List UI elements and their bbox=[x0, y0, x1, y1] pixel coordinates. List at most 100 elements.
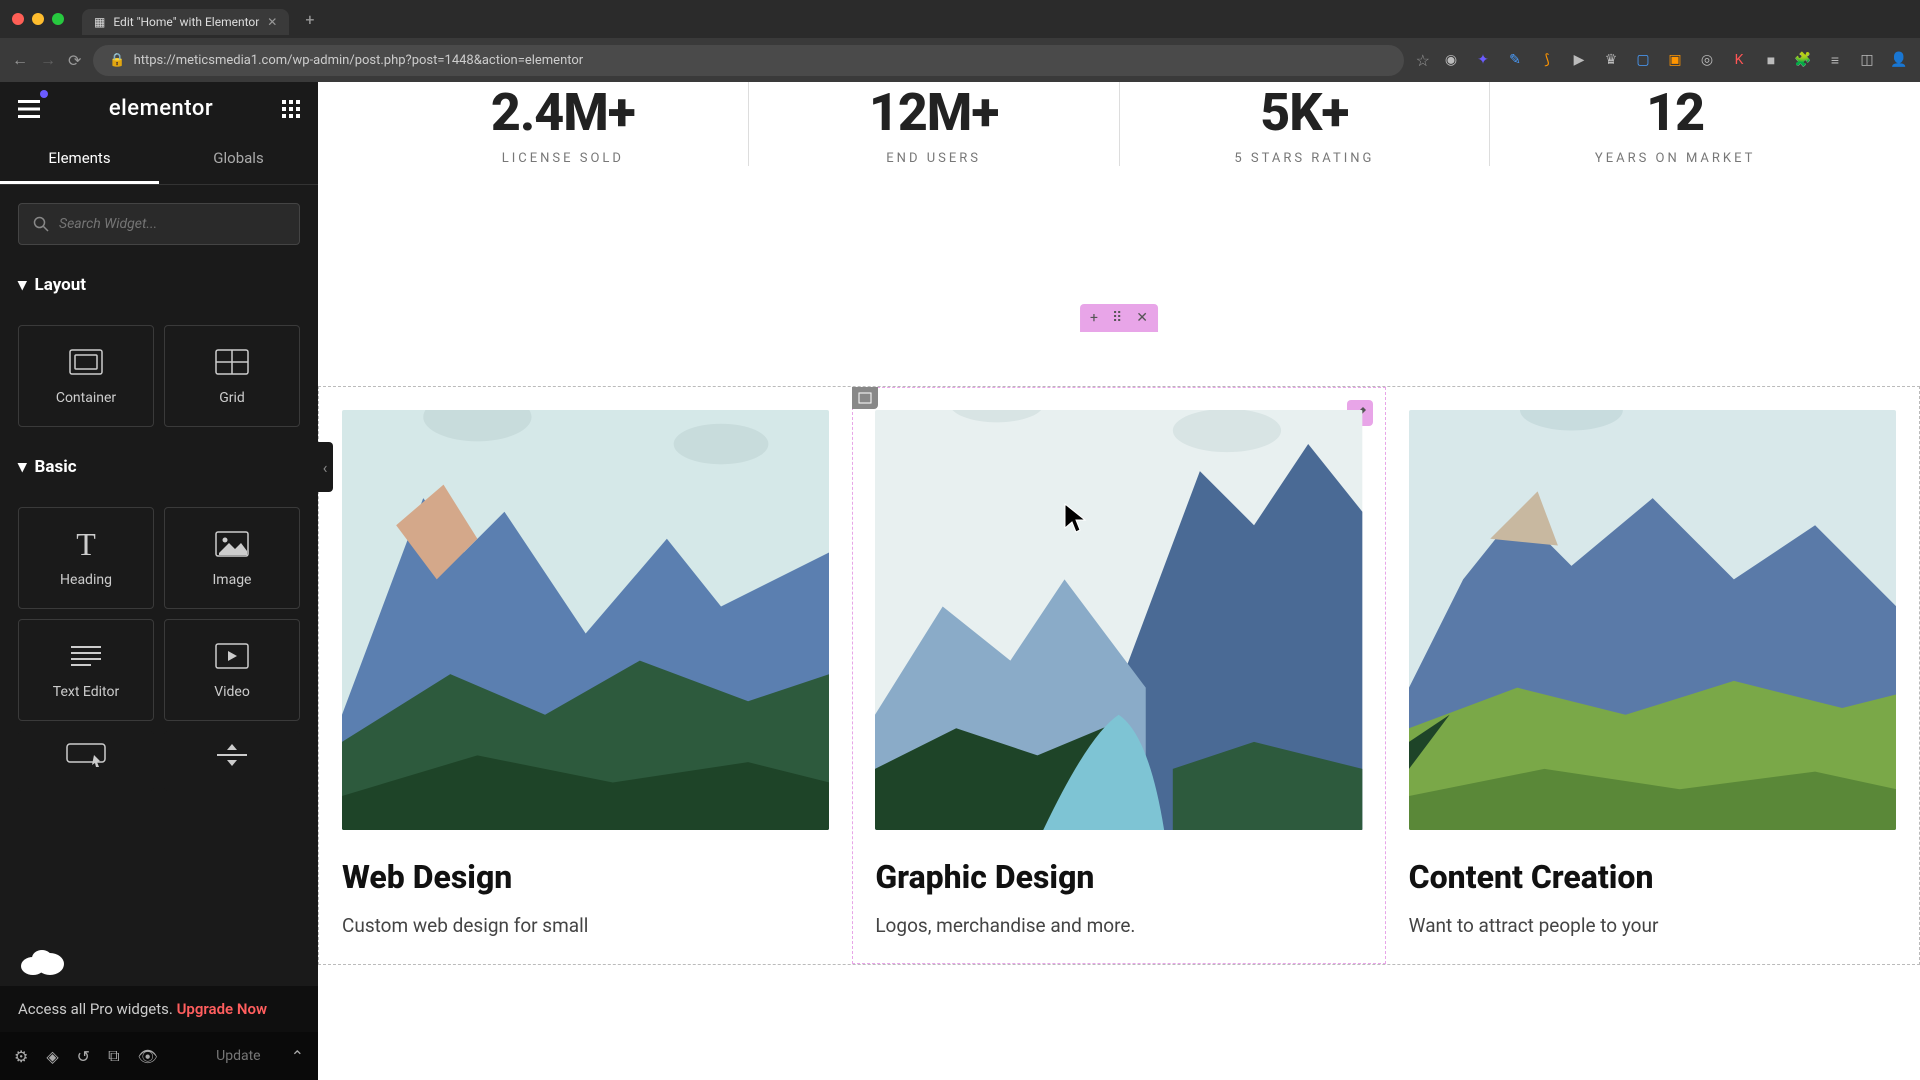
category-basic-header[interactable]: ▾ Basic bbox=[18, 457, 300, 477]
card-title: Content Creation bbox=[1409, 858, 1896, 896]
widget-image[interactable]: Image bbox=[164, 507, 300, 609]
address-bar[interactable]: 🔒 https://meticsmedia1.com/wp-admin/post… bbox=[93, 45, 1403, 76]
responsive-icon[interactable]: ⧉ bbox=[108, 1046, 119, 1066]
cards-section[interactable]: Web Design Custom web design for small bbox=[318, 386, 1920, 965]
widget-text-editor[interactable]: Text Editor bbox=[18, 619, 154, 721]
chevron-left-icon: ‹ bbox=[323, 458, 328, 477]
ext-icon-8[interactable]: ▣ bbox=[1666, 51, 1684, 69]
category-layout-header[interactable]: ▾ Layout bbox=[18, 275, 300, 295]
history-icon[interactable]: ↺ bbox=[77, 1047, 90, 1066]
stat-label: LICENSE SOLD bbox=[398, 151, 728, 166]
url-text: https://meticsmedia1.com/wp-admin/post.p… bbox=[134, 53, 584, 68]
search-input[interactable] bbox=[59, 216, 285, 232]
tab-close-icon[interactable]: ✕ bbox=[267, 15, 277, 29]
reload-button[interactable]: ⟳ bbox=[68, 51, 81, 70]
panel-bottom-bar: ⚙ ◈ ↺ ⧉ 👁 Update ⌃ bbox=[0, 1032, 318, 1080]
stat-label: END USERS bbox=[769, 151, 1099, 166]
upgrade-link[interactable]: Upgrade Now bbox=[177, 1000, 267, 1018]
stat-item[interactable]: 12M+ END USERS bbox=[749, 82, 1120, 166]
stat-value: 12 bbox=[1510, 82, 1840, 143]
widget-grid[interactable]: Grid bbox=[164, 325, 300, 427]
card-image[interactable] bbox=[1409, 410, 1896, 830]
card-desc: Custom web design for small bbox=[342, 912, 829, 941]
navigator-icon[interactable]: ◈ bbox=[46, 1047, 58, 1066]
widget-search[interactable] bbox=[18, 203, 300, 245]
text-editor-icon bbox=[71, 640, 101, 672]
promo-text: Access all Pro widgets. bbox=[18, 1000, 177, 1018]
card-image[interactable] bbox=[875, 410, 1362, 830]
tab-favicon: ▦ bbox=[94, 15, 105, 29]
add-section-icon[interactable]: + bbox=[1090, 310, 1098, 326]
profile-avatar-icon[interactable]: 👤 bbox=[1890, 51, 1908, 69]
widget-video[interactable]: Video bbox=[164, 619, 300, 721]
tab-elements[interactable]: Elements bbox=[0, 135, 159, 184]
expand-icon[interactable]: ⌃ bbox=[291, 1047, 304, 1066]
heading-icon: T bbox=[76, 528, 96, 560]
widget-container[interactable]: Container bbox=[18, 325, 154, 427]
divider-icon bbox=[217, 739, 247, 771]
search-icon bbox=[33, 216, 49, 232]
site-info-icon[interactable]: 🔒 bbox=[109, 53, 125, 68]
ext-icon-5[interactable]: ▶ bbox=[1570, 51, 1588, 69]
grid-icon bbox=[215, 346, 249, 378]
widget-heading[interactable]: T Heading bbox=[18, 507, 154, 609]
new-tab-button[interactable]: + bbox=[305, 10, 314, 29]
widget-image-label: Image bbox=[213, 572, 252, 588]
ext-icon-4[interactable]: ⟆ bbox=[1538, 51, 1556, 69]
bookmark-star-icon[interactable]: ☆ bbox=[1416, 51, 1430, 70]
back-button[interactable]: ← bbox=[12, 50, 28, 70]
update-button[interactable]: Update bbox=[204, 1042, 272, 1070]
apps-grid-button[interactable] bbox=[282, 100, 300, 118]
extensions-menu-icon[interactable]: 🧩 bbox=[1794, 51, 1812, 69]
ext-icon-3[interactable]: ✎ bbox=[1506, 51, 1524, 69]
stat-item[interactable]: 12 YEARS ON MARKET bbox=[1490, 82, 1860, 166]
side-panel-icon[interactable]: ◫ bbox=[1858, 51, 1876, 69]
window-minimize-button[interactable] bbox=[32, 13, 44, 25]
upgrade-promo: Access all Pro widgets. Upgrade Now bbox=[0, 986, 318, 1032]
panel-tabs: Elements Globals bbox=[0, 135, 318, 185]
menu-toggle-button[interactable] bbox=[18, 100, 40, 118]
ext-icon-1[interactable]: ◉ bbox=[1442, 51, 1460, 69]
widget-button-partial[interactable] bbox=[18, 731, 154, 791]
drag-section-icon[interactable]: ⠿ bbox=[1112, 310, 1122, 326]
card-graphic-design[interactable]: Graphic Design Logos, merchandise and mo… bbox=[852, 387, 1385, 964]
card-content-creation[interactable]: Content Creation Want to attract people … bbox=[1386, 387, 1919, 964]
card-image[interactable] bbox=[342, 410, 829, 830]
window-maximize-button[interactable] bbox=[52, 13, 64, 25]
ext-icon-7[interactable]: ▢ bbox=[1634, 51, 1652, 69]
delete-section-icon[interactable]: ✕ bbox=[1136, 310, 1148, 326]
forward-button[interactable]: → bbox=[40, 50, 56, 70]
video-icon bbox=[215, 640, 249, 672]
stats-section[interactable]: 2.4M+ LICENSE SOLD 12M+ END USERS 5K+ 5 … bbox=[318, 82, 1920, 206]
button-icon bbox=[66, 739, 106, 771]
ext-icon-9[interactable]: ◎ bbox=[1698, 51, 1716, 69]
chevron-down-icon: ▾ bbox=[18, 457, 27, 477]
column-handle-icon[interactable] bbox=[852, 387, 878, 409]
ext-icon-10[interactable]: K bbox=[1730, 51, 1748, 69]
section-handle[interactable]: + ⠿ ✕ bbox=[1080, 304, 1158, 332]
editor-canvas[interactable]: ‹ 2.4M+ LICENSE SOLD 12M+ END USERS 5K+ … bbox=[318, 82, 1920, 1080]
tab-globals[interactable]: Globals bbox=[159, 135, 318, 184]
reading-list-icon[interactable]: ≡ bbox=[1826, 51, 1844, 69]
panel-collapse-handle[interactable]: ‹ bbox=[318, 442, 333, 492]
window-close-button[interactable] bbox=[12, 13, 24, 25]
stat-item[interactable]: 5K+ 5 STARS RATING bbox=[1120, 82, 1491, 166]
ext-icon-2[interactable]: ✦ bbox=[1474, 51, 1492, 69]
widget-divider-partial[interactable] bbox=[164, 731, 300, 791]
stat-label: YEARS ON MARKET bbox=[1510, 151, 1840, 166]
ext-icon-6[interactable]: ♛ bbox=[1602, 51, 1620, 69]
browser-tab[interactable]: ▦ Edit "Home" with Elementor ✕ bbox=[82, 9, 289, 35]
settings-icon[interactable]: ⚙ bbox=[14, 1047, 28, 1066]
traffic-lights bbox=[12, 13, 64, 25]
chevron-down-icon: ▾ bbox=[18, 275, 27, 295]
preview-icon[interactable]: 👁 bbox=[138, 1047, 158, 1066]
cloud-icon bbox=[18, 946, 68, 976]
category-layout-label: Layout bbox=[35, 275, 86, 295]
stat-value: 12M+ bbox=[769, 82, 1099, 143]
widget-video-label: Video bbox=[214, 684, 250, 700]
stat-item[interactable]: 2.4M+ LICENSE SOLD bbox=[378, 82, 749, 166]
card-desc: Want to attract people to your bbox=[1409, 912, 1896, 941]
ext-icon-11[interactable]: ■ bbox=[1762, 51, 1780, 69]
card-web-design[interactable]: Web Design Custom web design for small bbox=[319, 387, 852, 964]
elementor-panel: elementor Elements Globals ▾ Layout bbox=[0, 82, 318, 1080]
